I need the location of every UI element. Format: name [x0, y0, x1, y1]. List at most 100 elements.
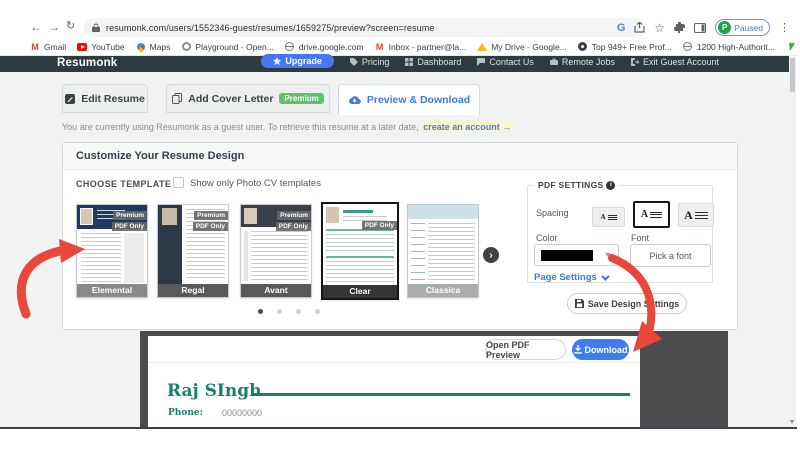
side-panel-icon[interactable] — [694, 23, 706, 33]
pdf-only-overlay-badge: PDF Only — [276, 222, 311, 231]
template-photo — [326, 207, 339, 223]
maps-pin-icon — [135, 41, 146, 52]
spacing-small-button[interactable]: A — [592, 207, 625, 227]
premium-overlay-badge: Premium — [277, 211, 311, 220]
bookmark-item[interactable]: MGmail — [30, 42, 66, 52]
back-icon[interactable]: ← — [30, 21, 42, 33]
spacing-medium-button-selected[interactable]: A — [633, 201, 670, 228]
template-name: Regal — [158, 284, 228, 297]
info-icon[interactable]: i — [606, 181, 615, 190]
template-name: Avant — [241, 284, 311, 297]
save-icon — [575, 299, 584, 308]
template-photo — [80, 208, 93, 225]
bolt-icon — [787, 43, 795, 51]
save-design-settings-button[interactable]: Save Design Settings — [567, 293, 687, 314]
bookmark-item[interactable]: 1200 High-Authorit... — [683, 42, 775, 52]
open-pdf-preview-button[interactable]: Open PDF Preview — [485, 339, 566, 360]
carousel-dot[interactable] — [277, 309, 282, 314]
template-thumbnail-classica[interactable]: Classica — [407, 204, 479, 298]
sign-out-icon — [631, 58, 639, 66]
bookmark-item[interactable]: How to add your re... — [786, 42, 797, 52]
tab-preview-download[interactable]: Preview & Download — [338, 84, 480, 115]
bookmark-star-icon[interactable]: ☆ — [654, 22, 665, 34]
nav-item-remote-jobs[interactable]: Remote Jobs — [550, 57, 615, 67]
color-label: Color — [536, 233, 558, 243]
site-icon — [578, 42, 587, 51]
tag-icon — [350, 58, 358, 66]
tab-edit-resume[interactable]: Edit Resume — [62, 84, 148, 113]
dashboard-icon — [405, 58, 413, 66]
briefcase-icon — [550, 58, 558, 66]
bookmark-item[interactable]: My Drive - Google... — [477, 42, 567, 52]
bookmark-item[interactable]: Top 949+ Free Prof... — [578, 42, 672, 52]
share-icon[interactable] — [634, 22, 645, 33]
photo-cv-checkbox[interactable] — [173, 177, 184, 188]
template-thumbnail-regal[interactable]: Premium PDF Only Regal — [157, 204, 229, 298]
panel-title: Customize Your Resume Design — [76, 150, 244, 162]
tab-add-cover-letter[interactable]: Add Cover Letter Premium — [166, 84, 330, 113]
bookmark-item[interactable]: Playground - Open... — [181, 42, 273, 52]
nav-item-exit-guest[interactable]: Exit Guest Account — [631, 57, 719, 67]
carousel-dot[interactable] — [315, 309, 320, 314]
template-name: Classica — [408, 284, 478, 297]
phone-value: 00000000 — [222, 408, 262, 418]
lines-icon — [650, 210, 662, 219]
template-thumbnail-avant[interactable]: Premium PDF Only Avant — [240, 204, 312, 298]
download-button[interactable]: Download — [572, 339, 629, 360]
guest-notice: You are currently using Resumonk as a gu… — [62, 122, 513, 132]
google-icon[interactable]: G — [617, 22, 626, 34]
resume-name-rule — [251, 393, 630, 396]
site-navbar: Resumonk Upgrade Pricing Dashboard Conta… — [0, 56, 789, 72]
cloud-download-icon — [348, 95, 361, 105]
upgrade-button[interactable]: Upgrade — [261, 54, 334, 68]
spacing-large-button[interactable]: A — [678, 203, 714, 227]
avatar: P — [718, 21, 731, 34]
reload-icon[interactable]: ↻ — [66, 21, 75, 32]
template-thumbnail-clear-selected[interactable]: PDF Only Clear — [321, 202, 399, 300]
bookmarks-bar: MGmail YouTube Maps Playground - Open...… — [0, 38, 797, 56]
choose-template-label: CHOOSE TEMPLATE — [76, 179, 171, 189]
resume-name: Raj SIngh — [167, 381, 261, 401]
url-bar[interactable]: resumonk.com/users/1552346-guest/resumes… — [84, 18, 644, 37]
spacing-label: Spacing — [536, 208, 569, 218]
scrollbar-down-arrow[interactable] — [790, 420, 794, 424]
nav-item-contact[interactable]: Contact Us — [477, 57, 534, 67]
carousel-dot-active[interactable] — [258, 309, 263, 314]
template-thumbnail-elemental[interactable]: Premium PDF Only Elemental — [76, 204, 148, 298]
lock-icon — [92, 23, 100, 33]
nav-item-dashboard[interactable]: Dashboard — [405, 57, 461, 67]
scrollbar[interactable] — [789, 56, 796, 427]
scrollbar-thumb[interactable] — [790, 58, 795, 92]
window-bottom-edge — [0, 427, 797, 429]
premium-overlay-badge: Premium — [113, 211, 147, 220]
lines-icon — [608, 214, 617, 221]
pick-font-button[interactable]: Pick a font — [630, 244, 711, 267]
gear-icon — [182, 42, 191, 51]
bookmark-item[interactable]: drive.google.com — [285, 42, 364, 52]
extensions-icon[interactable] — [674, 22, 685, 33]
brand-logo[interactable]: Resumonk — [57, 57, 117, 69]
star-icon — [273, 57, 281, 65]
template-name: Elemental — [77, 284, 147, 297]
carousel-dot[interactable] — [296, 309, 301, 314]
phone-label: Phone: — [168, 408, 203, 418]
bookmark-item[interactable]: Maps — [136, 42, 171, 52]
profile-badge[interactable]: P Paused — [715, 19, 770, 36]
copy-icon — [172, 93, 182, 104]
menu-dots-icon[interactable]: ⋮ — [779, 21, 789, 34]
lines-icon — [695, 210, 708, 221]
carousel-next-button[interactable]: › — [483, 247, 499, 263]
font-label: Font — [631, 233, 649, 243]
template-photo — [244, 208, 257, 224]
chat-icon — [477, 58, 485, 66]
nav-item-pricing[interactable]: Pricing — [350, 57, 390, 67]
gmail-icon: M — [30, 42, 40, 52]
create-account-link[interactable]: create an account → — [421, 122, 513, 132]
color-swatch — [541, 250, 593, 261]
forward-icon[interactable]: → — [48, 21, 60, 33]
bookmark-item[interactable]: MInbox - partner@la... — [375, 42, 467, 52]
color-dropdown[interactable] — [534, 244, 619, 266]
globe-icon — [683, 42, 692, 51]
bookmark-item[interactable]: YouTube — [77, 42, 124, 52]
page-settings-link[interactable]: Page Settings — [534, 272, 607, 283]
